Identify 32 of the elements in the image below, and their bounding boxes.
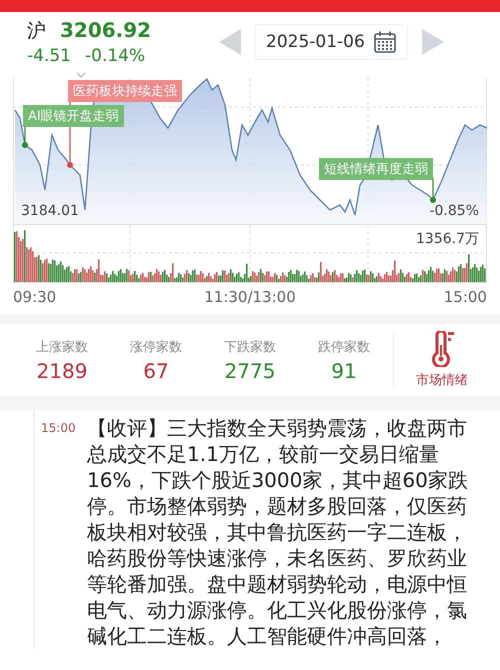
percent-change: -0.14% [85, 46, 146, 66]
stat-label: 下跌家数 [224, 338, 276, 356]
event-label: 医药板块持续走强 [68, 80, 182, 102]
date-picker[interactable]: 2025-01-06 [255, 24, 408, 60]
news-time: 15:00 [41, 420, 77, 437]
volume-label: 1356.7万 [416, 230, 479, 248]
stat-value: 91 [331, 358, 357, 382]
time-label: 11:30/13:00 [204, 288, 296, 306]
percent-label: -0.85% [429, 203, 479, 219]
event-marker [22, 125, 28, 148]
news-text: 【收评】三大指数全天弱势震荡，收盘两市总成交不足1.1万亿，较前一交易日缩量16%，下跌个股近3000家，其中超60家跌停。市场整体弱势，题材多股回落，仅医药板块相对较强，其中鲁抗医药一字二连板，哈药股份等快速涨停，未名医药、罗欣药业等轮番加强。盘中题材弱势轮动，电源中恒电气、动力源涨停。化工兴化股份涨停，氯碱化工二连板。人工智能硬件冲高回落， [87, 415, 469, 649]
time-label: 09:30 [13, 288, 56, 306]
previous-day-icon[interactable] [217, 27, 243, 57]
stat-value: 2775 [224, 358, 276, 382]
chevron-down-icon[interactable] [76, 72, 86, 78]
stat-label: 跌停家数 [318, 338, 370, 356]
event-label: 短线情绪再度走弱 [319, 158, 433, 180]
event-marker [430, 178, 436, 203]
price-change: -4.51 [27, 46, 71, 66]
low-price-label: 3184.01 [21, 203, 79, 219]
market-name: 沪 [27, 19, 46, 44]
stat-label: 上涨家数 [36, 338, 88, 356]
stat-value: 67 [143, 358, 169, 382]
index-price: 3206.92 [60, 18, 152, 42]
calendar-icon [372, 30, 397, 54]
thermometer-icon [429, 331, 455, 367]
event-label: AI眼镜开盘走弱 [23, 105, 124, 127]
market-sentiment-button[interactable]: 市场情绪 [416, 331, 468, 389]
stat-value: 2189 [36, 358, 88, 382]
next-day-icon[interactable] [420, 27, 446, 57]
stat-label: 涨停家数 [130, 338, 182, 356]
time-label: 15:00 [444, 288, 487, 306]
